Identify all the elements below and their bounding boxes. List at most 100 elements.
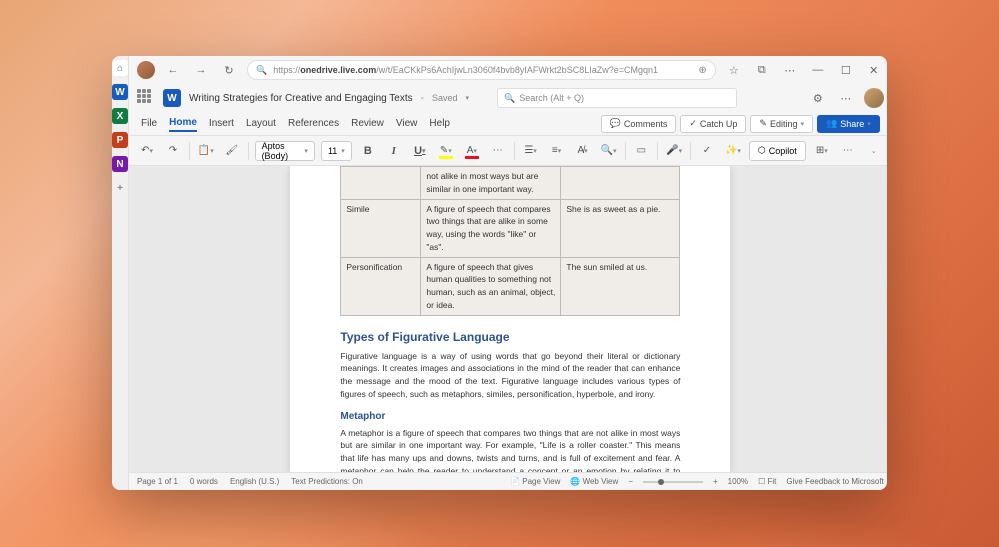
zoom-out-button[interactable]: − xyxy=(628,477,633,486)
tab-home[interactable]: Home xyxy=(169,115,197,132)
document-title[interactable]: Writing Strategies for Creative and Enga… xyxy=(189,93,413,104)
comments-button[interactable]: 💬 Comments xyxy=(601,115,677,133)
dictate-button[interactable]: 🎤▾ xyxy=(664,141,684,161)
app-launcher-icon[interactable] xyxy=(137,89,155,107)
word-rail-icon[interactable]: W xyxy=(112,84,128,100)
editor-button[interactable]: ✓ xyxy=(697,141,717,161)
tab-help[interactable]: Help xyxy=(429,116,450,131)
highlight-button[interactable]: ✎▾ xyxy=(436,141,456,161)
page-indicator[interactable]: Page 1 of 1 xyxy=(137,477,178,486)
word-count[interactable]: 0 words xyxy=(190,477,218,486)
language-indicator[interactable]: English (U.S.) xyxy=(230,477,279,486)
para-metaphor[interactable]: A metaphor is a figure of speech that co… xyxy=(340,427,680,473)
refresh-button[interactable]: ↻ xyxy=(219,60,239,80)
align-button[interactable]: ≡▾ xyxy=(547,141,567,161)
catchup-button[interactable]: ✓ Catch Up xyxy=(680,115,746,133)
app-header: W Writing Strategies for Creative and En… xyxy=(129,84,887,112)
tab-references[interactable]: References xyxy=(288,116,339,131)
zoom-slider[interactable] xyxy=(643,481,703,483)
bullets-button[interactable]: ☰▾ xyxy=(521,141,541,161)
ribbon-collapse-button[interactable]: ⌄ xyxy=(864,141,884,161)
minimize-button[interactable]: — xyxy=(808,60,828,80)
font-family-select[interactable]: Aptos (Body)▾ xyxy=(255,141,315,161)
titlebar: ← → ↻ 🔍 https://onedrive.live.com/w/t/Ea… xyxy=(129,56,887,84)
share-button[interactable]: 👥 Share ▾ xyxy=(817,115,880,133)
bold-button[interactable]: B xyxy=(358,141,378,161)
search-icon: 🔍 xyxy=(256,65,267,76)
user-avatar[interactable] xyxy=(864,88,884,108)
tab-layout[interactable]: Layout xyxy=(246,116,276,131)
tab-review[interactable]: Review xyxy=(351,116,384,131)
search-box[interactable]: 🔍 Search (Alt + Q) xyxy=(497,88,737,108)
title-dropdown-icon[interactable]: ▾ xyxy=(466,94,470,102)
more-font-button[interactable]: ⋯ xyxy=(488,141,508,161)
undo-button[interactable]: ↶▾ xyxy=(137,141,157,161)
translate-icon[interactable]: ⊕ xyxy=(698,65,706,76)
settings-icon[interactable]: ⚙ xyxy=(808,88,828,108)
zoom-in-button[interactable]: + xyxy=(713,477,718,486)
onenote-rail-icon[interactable]: N xyxy=(112,156,128,172)
left-app-rail: ⌂ W X P N + xyxy=(112,56,129,490)
web-view-button[interactable]: 🌐 Web View xyxy=(570,477,618,486)
designer-button[interactable]: ✨▾ xyxy=(723,141,743,161)
para-intro[interactable]: Figurative language is a way of using wo… xyxy=(340,350,680,401)
page-view-button[interactable]: 📄 Page View xyxy=(510,477,560,486)
ribbon-more-button[interactable]: ⋯ xyxy=(838,141,858,161)
clear-format-button[interactable]: A̸▾ xyxy=(573,141,593,161)
heading-types[interactable]: Types of Figurative Language xyxy=(340,328,680,346)
zoom-level[interactable]: 100% xyxy=(728,477,748,486)
find-button[interactable]: 🔍▾ xyxy=(599,141,619,161)
table-cell[interactable] xyxy=(341,167,421,200)
table-view-button[interactable]: ⊞▾ xyxy=(812,141,832,161)
collections-button[interactable]: ⧉ xyxy=(752,60,772,80)
fit-button[interactable]: ☐ Fit xyxy=(758,477,776,486)
copilot-button[interactable]: ⬡ Copilot xyxy=(749,141,806,161)
font-color-button[interactable]: A▾ xyxy=(462,141,482,161)
figurative-table[interactable]: not alike in most ways but are similar i… xyxy=(340,166,680,316)
table-cell[interactable]: Personification xyxy=(341,257,421,315)
italic-button[interactable]: I xyxy=(384,141,404,161)
excel-rail-icon[interactable]: X xyxy=(112,108,128,124)
table-cell[interactable]: She is as sweet as a pie. xyxy=(561,199,680,257)
ribbon-toolbar: ↶▾ ↷ 📋▾ 🖌 Aptos (Body)▾ 11▾ B I U▾ ✎▾ A▾… xyxy=(129,136,887,166)
favorite-button[interactable]: ☆ xyxy=(724,60,744,80)
format-painter-button[interactable]: 🖌 xyxy=(222,141,242,161)
text-predictions[interactable]: Text Predictions: On xyxy=(291,477,363,486)
font-size-select[interactable]: 11▾ xyxy=(321,141,352,161)
table-cell[interactable] xyxy=(561,167,680,200)
paste-button[interactable]: 📋▾ xyxy=(196,141,216,161)
underline-button[interactable]: U▾ xyxy=(410,141,430,161)
header-more-icon[interactable]: ⋯ xyxy=(836,88,856,108)
close-button[interactable]: ✕ xyxy=(864,60,884,80)
heading-metaphor[interactable]: Metaphor xyxy=(340,409,680,424)
url-text: https://onedrive.live.com/w/t/EaCKkPs6Ac… xyxy=(273,65,658,75)
home-icon[interactable]: ⌂ xyxy=(112,60,128,76)
tab-file[interactable]: File xyxy=(141,116,157,131)
more-button[interactable]: ⋯ xyxy=(780,60,800,80)
word-app-icon: W xyxy=(163,89,181,107)
profile-avatar-small[interactable] xyxy=(137,61,155,79)
shapes-button[interactable]: ▭ xyxy=(631,141,651,161)
document-canvas[interactable]: not alike in most ways but are similar i… xyxy=(129,166,887,472)
ribbon-tabs: File Home Insert Layout References Revie… xyxy=(129,112,887,136)
back-button[interactable]: ← xyxy=(163,60,183,80)
search-icon: 🔍 xyxy=(504,93,515,104)
feedback-link[interactable]: Give Feedback to Microsoft xyxy=(786,477,883,486)
address-bar[interactable]: 🔍 https://onedrive.live.com/w/t/EaCKkPs6… xyxy=(247,60,716,80)
table-cell[interactable]: not alike in most ways but are similar i… xyxy=(421,167,561,200)
table-cell[interactable]: Simile xyxy=(341,199,421,257)
search-placeholder: Search (Alt + Q) xyxy=(519,93,584,103)
add-app-icon[interactable]: + xyxy=(112,180,128,196)
table-cell[interactable]: A figure of speech that compares two thi… xyxy=(421,199,561,257)
redo-button[interactable]: ↷ xyxy=(163,141,183,161)
editing-mode-button[interactable]: ✎ Editing ▾ xyxy=(750,115,813,133)
tab-insert[interactable]: Insert xyxy=(209,116,234,131)
save-status[interactable]: Saved xyxy=(432,93,458,103)
maximize-button[interactable]: ☐ xyxy=(836,60,856,80)
forward-button[interactable]: → xyxy=(191,60,211,80)
tab-view[interactable]: View xyxy=(396,116,418,131)
table-cell[interactable]: The sun smiled at us. xyxy=(561,257,680,315)
table-cell[interactable]: A figure of speech that gives human qual… xyxy=(421,257,561,315)
powerpoint-rail-icon[interactable]: P xyxy=(112,132,128,148)
document-page[interactable]: not alike in most ways but are similar i… xyxy=(290,166,730,472)
